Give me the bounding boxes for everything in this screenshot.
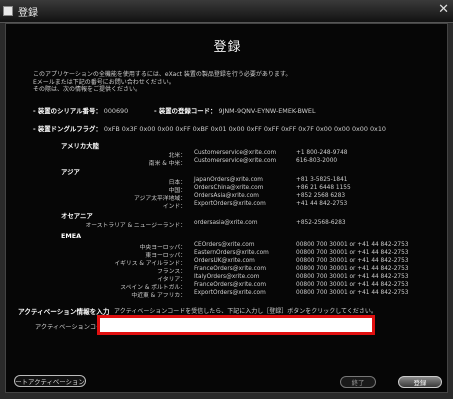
dialog-heading: 登録 — [213, 40, 242, 55]
dongle-flag-value: 0xFB 0x3F 0x00 0x00 0xFF 0xBF 0x01 0x00 … — [103, 125, 386, 133]
contact-phone: 616-803-2000 — [296, 158, 338, 164]
intro-text: このアプリケーションの全機能を使用するには、eXact 装置の製品登録を行う必要… — [33, 71, 433, 94]
serial-number-label: - 装置のシリアル番号： — [33, 107, 102, 115]
contact-row: 北米： Customerservice@xrite.com +1 800-248… — [6, 150, 449, 159]
contact-phone: +41 44 842-2753 — [296, 201, 348, 207]
contact-row: 東ヨーロッパ： EasternOrders@xrite.com 00800 70… — [6, 250, 449, 259]
registration-code-label: - 装置の登録コード： — [154, 107, 217, 115]
contact-row: インド： ExportOrders@xrite.com +41 44 842-2… — [6, 201, 449, 210]
contact-row: オーストラリア & ニュージーランド： ordersasia@xrite.com… — [6, 220, 449, 229]
contact-region-label: オーストラリア & ニュージーランド： — [85, 223, 186, 229]
contact-region-label: インド： — [162, 204, 186, 210]
contact-email[interactable]: Customerservice@xrite.com — [194, 150, 276, 156]
register-button[interactable]: 登録 — [398, 376, 442, 388]
activation-instruction: アクティベーションコードを受信したら、下記に入力し［登録］ボタンをクリックしてく… — [114, 308, 377, 315]
contact-email[interactable]: OrdersUK@xrite.com — [194, 258, 255, 264]
dongle-flag-label: - 装置ドングルフラグ： — [33, 125, 102, 133]
intro-line: その際は、次の情報をご提供ください。 — [33, 86, 142, 94]
registration-code-field: - 装置の登録コード： 9JNM-9QNV-EYNW-EMEK-BWEL — [154, 106, 316, 115]
region-heading-asia: アジア — [61, 168, 80, 176]
contact-row: 中近東 & アフリカ： ExportOrders@xrite.com 00800… — [6, 290, 449, 299]
contact-email[interactable]: OrdersAsia@xrite.com — [194, 193, 259, 199]
exit-button[interactable]: 終了 — [340, 376, 376, 388]
contact-email[interactable]: ordersasia@xrite.com — [194, 220, 258, 226]
app-icon — [3, 6, 13, 16]
intro-line: このアプリケーションの全機能を使用するには、eXact 装置の製品登録を行う必要… — [33, 71, 292, 78]
contact-email[interactable]: CEOrders@xrite.com — [194, 242, 255, 248]
registration-dialog: 登録 このアプリケーションの全機能を使用するには、eXact 装置の製品登録を行… — [5, 23, 448, 393]
contact-email[interactable]: FranceOrders@xrite.com — [194, 282, 266, 288]
close-icon[interactable]: ✕ — [438, 3, 449, 17]
contact-row: イギリス & アイルランド： OrdersUK@xrite.com 00800 … — [6, 258, 449, 267]
contact-email[interactable]: JapanOrders@xrite.com — [194, 177, 263, 183]
region-heading-emea: EMEA — [61, 232, 82, 240]
contact-row: 南米 & 中米： Customerservice@xrite.com 616-8… — [6, 158, 449, 167]
contact-email[interactable]: EasternOrders@xrite.com — [194, 250, 269, 256]
contact-row: 中国： OrdersChina@xrite.com +86 21 6448 11… — [6, 185, 449, 194]
contact-row: アジア太平洋地域： OrdersAsia@xrite.com +852 2568… — [6, 193, 449, 202]
contact-phone: +86 21 6448 1155 — [296, 185, 351, 191]
contact-phone: +1 800-248-9748 — [296, 150, 348, 156]
region-heading-oceania: オセアニア — [61, 212, 93, 220]
window-titlebar: 登録 ✕ — [0, 0, 453, 23]
activation-code-highlight — [97, 315, 375, 335]
contact-phone: 00800 700 30001 or +41 44 842-2753 — [296, 250, 409, 256]
contact-row: フランス： FranceOrders@xrite.com 00800 700 3… — [6, 266, 449, 275]
contact-email[interactable]: OrdersChina@xrite.com — [194, 185, 263, 191]
contact-phone: +81 3-5825-1841 — [296, 177, 348, 183]
contact-email[interactable]: ExportOrders@xrite.com — [194, 290, 266, 296]
contact-row: 中央ヨーロッパ： CEOrders@xrite.com 00800 700 30… — [6, 242, 449, 251]
contact-phone: 00800 700 30001 or +41 44 842-2753 — [296, 266, 409, 272]
contact-email[interactable]: FranceOrders@xrite.com — [194, 266, 266, 272]
serial-number-field: - 装置のシリアル番号： 000690 — [33, 106, 128, 115]
contact-email[interactable]: ItalyOrders@xrite.com — [194, 274, 259, 280]
activation-section-label: アクティベーション情報を入力 — [18, 308, 110, 316]
dongle-flag-field: - 装置ドングルフラグ： 0xFB 0x3F 0x00 0x00 0xFF 0x… — [33, 124, 386, 133]
contact-region-label: 南米 & 中米： — [148, 161, 186, 167]
contact-phone: +852 2568 6283 — [296, 193, 346, 199]
window-title: 登録 — [18, 8, 38, 19]
contact-row: イタリア： ItalyOrders@xrite.com 00800 700 30… — [6, 274, 449, 283]
region-heading-americas: アメリカ大陸 — [61, 142, 100, 150]
contact-row: スペイン & ポルトガル： FranceOrders@xrite.com 008… — [6, 282, 449, 291]
contact-phone: 00800 700 30001 or +41 44 842-2753 — [296, 290, 409, 296]
contact-phone: +852-2568-6283 — [296, 220, 346, 226]
registration-code-value: 9JNM-9QNV-EYNW-EMEK-BWEL — [218, 107, 316, 115]
contact-row: 日本： JapanOrders@xrite.com +81 3-5825-184… — [6, 177, 449, 186]
contact-phone: 00800 700 30001 or +41 44 842-2753 — [296, 242, 409, 248]
contact-email[interactable]: ExportOrders@xrite.com — [194, 201, 266, 207]
contact-phone: 00800 700 30001 or +41 44 842-2753 — [296, 282, 409, 288]
activation-code-input[interactable] — [100, 318, 372, 332]
contact-region-label: 中近東 & アフリカ： — [131, 293, 186, 299]
contact-phone: 00800 700 30001 or +41 44 842-2753 — [296, 274, 409, 280]
serial-number-value: 000690 — [103, 107, 129, 115]
contact-email[interactable]: Customerservice@xrite.com — [194, 158, 276, 164]
remote-activation-button[interactable]: ートアクティベーション — [14, 375, 86, 387]
contact-phone: 00800 700 30001 or +41 44 842-2753 — [296, 258, 409, 264]
